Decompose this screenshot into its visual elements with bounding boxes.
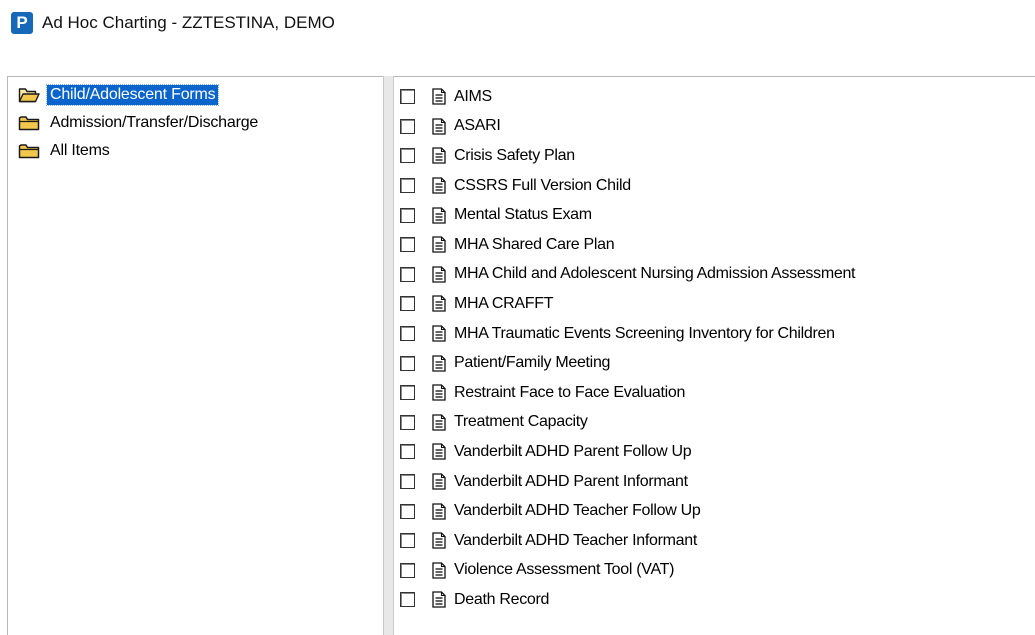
form-item[interactable]: Treatment Capacity [400,408,1035,438]
form-label: Death Record [454,590,550,608]
document-icon [432,177,446,194]
form-label: Violence Assessment Tool (VAT) [454,561,675,579]
document-icon [432,473,446,490]
form-item[interactable]: Violence Assessment Tool (VAT) [400,556,1035,586]
document-icon [432,591,446,609]
form-item[interactable]: MHA Child and Adolescent Nursing Admissi… [400,260,1035,290]
document-icon [432,207,446,224]
form-label: Vanderbilt ADHD Teacher Informant [454,531,697,549]
form-checkbox[interactable] [400,414,415,430]
document-icon [432,266,446,283]
form-label: MHA Shared Care Plan [454,235,615,253]
form-item[interactable]: Vanderbilt ADHD Parent Follow Up [400,437,1035,467]
form-label: CSSRS Full Version Child [454,176,631,194]
form-checkbox[interactable] [400,89,415,105]
document-icon [432,147,446,165]
form-item[interactable]: Vanderbilt ADHD Teacher Informant [400,526,1035,556]
pane-splitter[interactable] [383,76,394,635]
form-label: Crisis Safety Plan [454,146,575,164]
form-label: MHA CRAFFT [454,294,554,312]
window-title: Ad Hoc Charting - ZZTESTINA, DEMO [42,13,335,32]
document-icon [432,295,446,313]
form-checkbox[interactable] [400,503,415,519]
document-icon [432,443,446,461]
document-icon [432,414,446,431]
form-checkbox[interactable] [400,296,415,312]
folder-item-all-items[interactable]: All Items [18,137,383,165]
app-logo-icon: P [11,12,33,34]
form-item[interactable]: CSSRS Full Version Child [400,171,1035,201]
document-icon [432,236,446,253]
form-label: Vanderbilt ADHD Teacher Follow Up [454,502,701,520]
title-bar: P Ad Hoc Charting - ZZTESTINA, DEMO [11,10,335,36]
folder-icon [18,143,40,159]
form-checkbox[interactable] [400,118,415,134]
form-label: MHA Traumatic Events Screening Inventory… [454,324,835,342]
folder-open-icon [18,87,40,103]
form-checkbox[interactable] [400,592,415,608]
form-checkbox[interactable] [400,562,415,578]
folder-label: Child/Adolescent Forms [45,84,220,106]
form-item[interactable]: Death Record [400,585,1035,615]
form-item[interactable]: Patient/Family Meeting [400,348,1035,378]
folder-item-admission-transfer-discharge[interactable]: Admission/Transfer/Discharge [18,109,383,137]
form-label: AIMS [454,87,492,105]
form-checkbox[interactable] [400,355,415,371]
form-label: Mental Status Exam [454,206,592,224]
document-icon [432,384,446,401]
form-item[interactable]: MHA CRAFFT [400,289,1035,319]
document-icon [432,118,446,135]
folder-icon [18,115,40,131]
form-label: Treatment Capacity [454,413,588,431]
form-item[interactable]: Vanderbilt ADHD Teacher Follow Up [400,496,1035,526]
document-icon [432,532,446,549]
document-icon [432,325,446,342]
document-icon [432,562,446,579]
document-icon [432,88,446,105]
form-item[interactable]: Restraint Face to Face Evaluation [400,378,1035,408]
form-list: AIMS ASARI Crisis Safety Plan CSSRS Full Ve… [394,77,1035,615]
folder-list: Child/Adolescent Forms Admission/Transfer… [8,77,383,165]
ad-hoc-charting-window: P Ad Hoc Charting - ZZTESTINA, DEMO Chil… [0,0,1035,635]
form-label: Patient/Family Meeting [454,354,611,372]
form-label: Vanderbilt ADHD Parent Informant [454,472,688,490]
form-item[interactable]: Mental Status Exam [400,200,1035,230]
folder-tree-pane: Child/Adolescent Forms Admission/Transfer… [7,76,383,635]
form-checkbox[interactable] [400,444,415,460]
form-label: Vanderbilt ADHD Parent Follow Up [454,442,692,460]
form-checkbox[interactable] [400,237,415,253]
form-checkbox[interactable] [400,148,415,164]
form-label: ASARI [454,117,501,135]
form-label: Restraint Face to Face Evaluation [454,383,686,401]
form-checkbox[interactable] [400,266,415,282]
form-item[interactable]: Vanderbilt ADHD Parent Informant [400,467,1035,497]
form-item[interactable]: MHA Traumatic Events Screening Inventory… [400,319,1035,349]
form-item[interactable]: AIMS [400,82,1035,112]
form-checkbox[interactable] [400,385,415,401]
forms-list-pane: AIMS ASARI Crisis Safety Plan CSSRS Full Ve… [394,76,1035,635]
folder-label: Admission/Transfer/Discharge [50,114,259,131]
form-item[interactable]: MHA Shared Care Plan [400,230,1035,260]
form-item[interactable]: Crisis Safety Plan [400,141,1035,171]
form-checkbox[interactable] [400,474,415,490]
folder-label: All Items [50,142,110,159]
form-checkbox[interactable] [400,207,415,223]
form-label: MHA Child and Adolescent Nursing Admissi… [454,265,856,283]
document-icon [432,502,446,520]
form-item[interactable]: ASARI [400,112,1035,142]
form-checkbox[interactable] [400,533,415,549]
form-checkbox[interactable] [400,326,415,342]
document-icon [432,354,446,372]
folder-item-child-adolescent-forms[interactable]: Child/Adolescent Forms [18,81,383,109]
form-checkbox[interactable] [400,178,415,194]
